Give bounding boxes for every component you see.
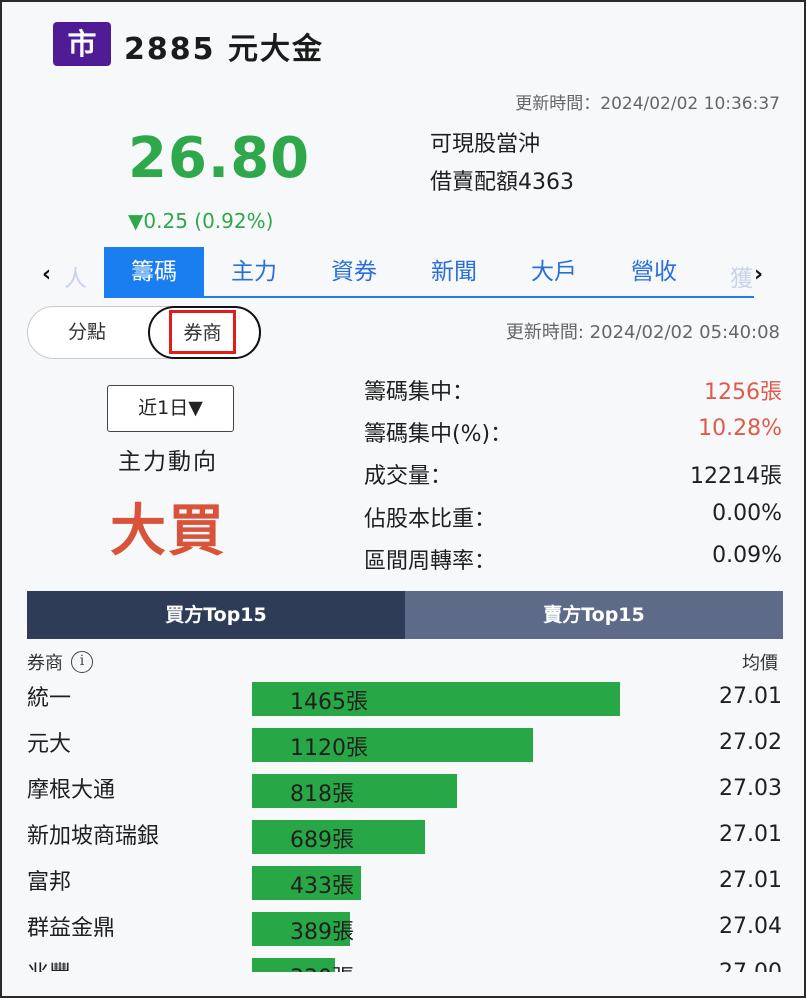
broker-avg-price: 27.00 [719,960,782,972]
volume-bar [252,774,457,808]
app-window: 市 2885 元大金 更新時間：2024/02/02 10:36:37 26.8… [0,0,806,998]
stat-row: 佔股本比重： 0.00% [364,501,782,533]
stat-row: 籌碼集中： 1256張 [364,374,782,406]
quote-update-time: 更新時間：2024/02/02 10:36:37 [515,94,780,114]
segment-broker-label[interactable]: 券商 [169,310,236,354]
broker-volume: 389張 [290,920,354,945]
tab-underline [104,296,754,298]
stat-row: 成交量： 12214張 [364,458,782,490]
market-badge: 市 [53,22,111,66]
broker-name: 群益金鼎 [27,916,116,941]
broker-volume: 1465張 [290,690,368,715]
broker-volume: 330張 [290,960,354,972]
broker-name: 統一 [27,686,72,711]
trend-value: 大買 [110,499,226,564]
period-dropdown[interactable]: 近1日▼ [107,385,234,432]
broker-volume: 433張 [290,874,354,899]
broker-volume: 689張 [290,828,354,853]
price-change: ▼0.25 (0.92%) [128,209,274,233]
tabs-scroll-left-icon[interactable]: ‹ [42,262,51,287]
tab-bar: 籌碼 主力 資券 新聞 大戶 營收 [104,247,704,298]
tab-main-force[interactable]: 主力 [204,247,304,298]
broker-avg-price: 27.02 [719,730,782,755]
broker-avg-price: 27.03 [719,776,782,801]
tabs-scroll-right-icon[interactable]: › [754,262,763,287]
broker-volume: 818張 [290,782,354,807]
tab-buy-top15[interactable]: 買方Top15 [27,591,405,639]
broker-name: 富邦 [27,870,72,895]
trend-label: 主力動向 [118,449,218,475]
segment-branch[interactable]: 分點 [28,307,146,358]
short-sell-quota: 借賣配額4363 [430,170,574,195]
day-trade-status: 可現股當沖 [430,132,541,157]
tab-sell-top15[interactable]: 賣方Top15 [405,591,783,639]
table-row[interactable]: 統一 1465張 27.01 [2,672,804,718]
table-row[interactable]: 富邦 433張 27.01 [2,856,804,902]
top15-tabs: 買方Top15 賣方Top15 [27,591,783,639]
tab-news[interactable]: 新聞 [404,247,504,298]
stat-key: 區間周轉率： [364,549,497,574]
table-row[interactable]: 兆豐 330張 27.00 [2,948,804,972]
stat-value: 0.09% [712,543,782,568]
table-row[interactable]: 群益金鼎 389張 27.04 [2,902,804,948]
broker-avg-price: 27.01 [719,684,782,709]
tab-chips[interactable]: 籌碼 [104,247,204,298]
stock-title: 2885 元大金 [124,32,324,67]
last-price: 26.80 [128,126,311,191]
stat-value: 10.28% [698,416,782,441]
info-icon[interactable]: i [71,651,93,673]
broker-avg-price: 27.04 [719,914,782,939]
broker-name: 摩根大通 [27,778,116,803]
table-row[interactable]: 摩根大通 818張 27.03 [2,764,804,810]
chips-update-time: 更新時間: 2024/02/02 05:40:08 [505,322,780,343]
stat-key: 籌碼集中： [364,380,475,405]
table-row[interactable]: 元大 1120張 27.02 [2,718,804,764]
tab-major-holders[interactable]: 大戶 [504,247,604,298]
stat-key: 籌碼集中(%)： [364,422,513,447]
stat-key: 成交量： [364,464,453,489]
tab-partial-left[interactable]: 人 [64,259,87,293]
broker-list: 統一 1465張 27.01 元大 1120張 27.02 摩根大通 818張 … [2,672,804,972]
broker-name: 元大 [27,732,72,757]
stat-row: 籌碼集中(%)： 10.28% [364,416,782,448]
stat-row: 區間周轉率： 0.09% [364,543,782,575]
broker-name: 新加坡商瑞銀 [27,824,160,849]
broker-avg-price: 27.01 [719,868,782,893]
tab-margin[interactable]: 資券 [304,247,404,298]
table-row[interactable]: 新加坡商瑞銀 689張 27.01 [2,810,804,856]
stat-value: 0.00% [712,501,782,526]
broker-avg-price: 27.01 [719,822,782,847]
tab-revenue[interactable]: 營收 [604,247,704,298]
stat-value: 1256張 [704,380,782,405]
broker-name: 兆豐 [27,956,71,972]
stat-value: 12214張 [690,464,782,489]
stat-key: 佔股本比重： [364,507,497,532]
tab-partial-right[interactable]: 獲 [730,259,753,293]
broker-volume: 1120張 [290,736,368,761]
